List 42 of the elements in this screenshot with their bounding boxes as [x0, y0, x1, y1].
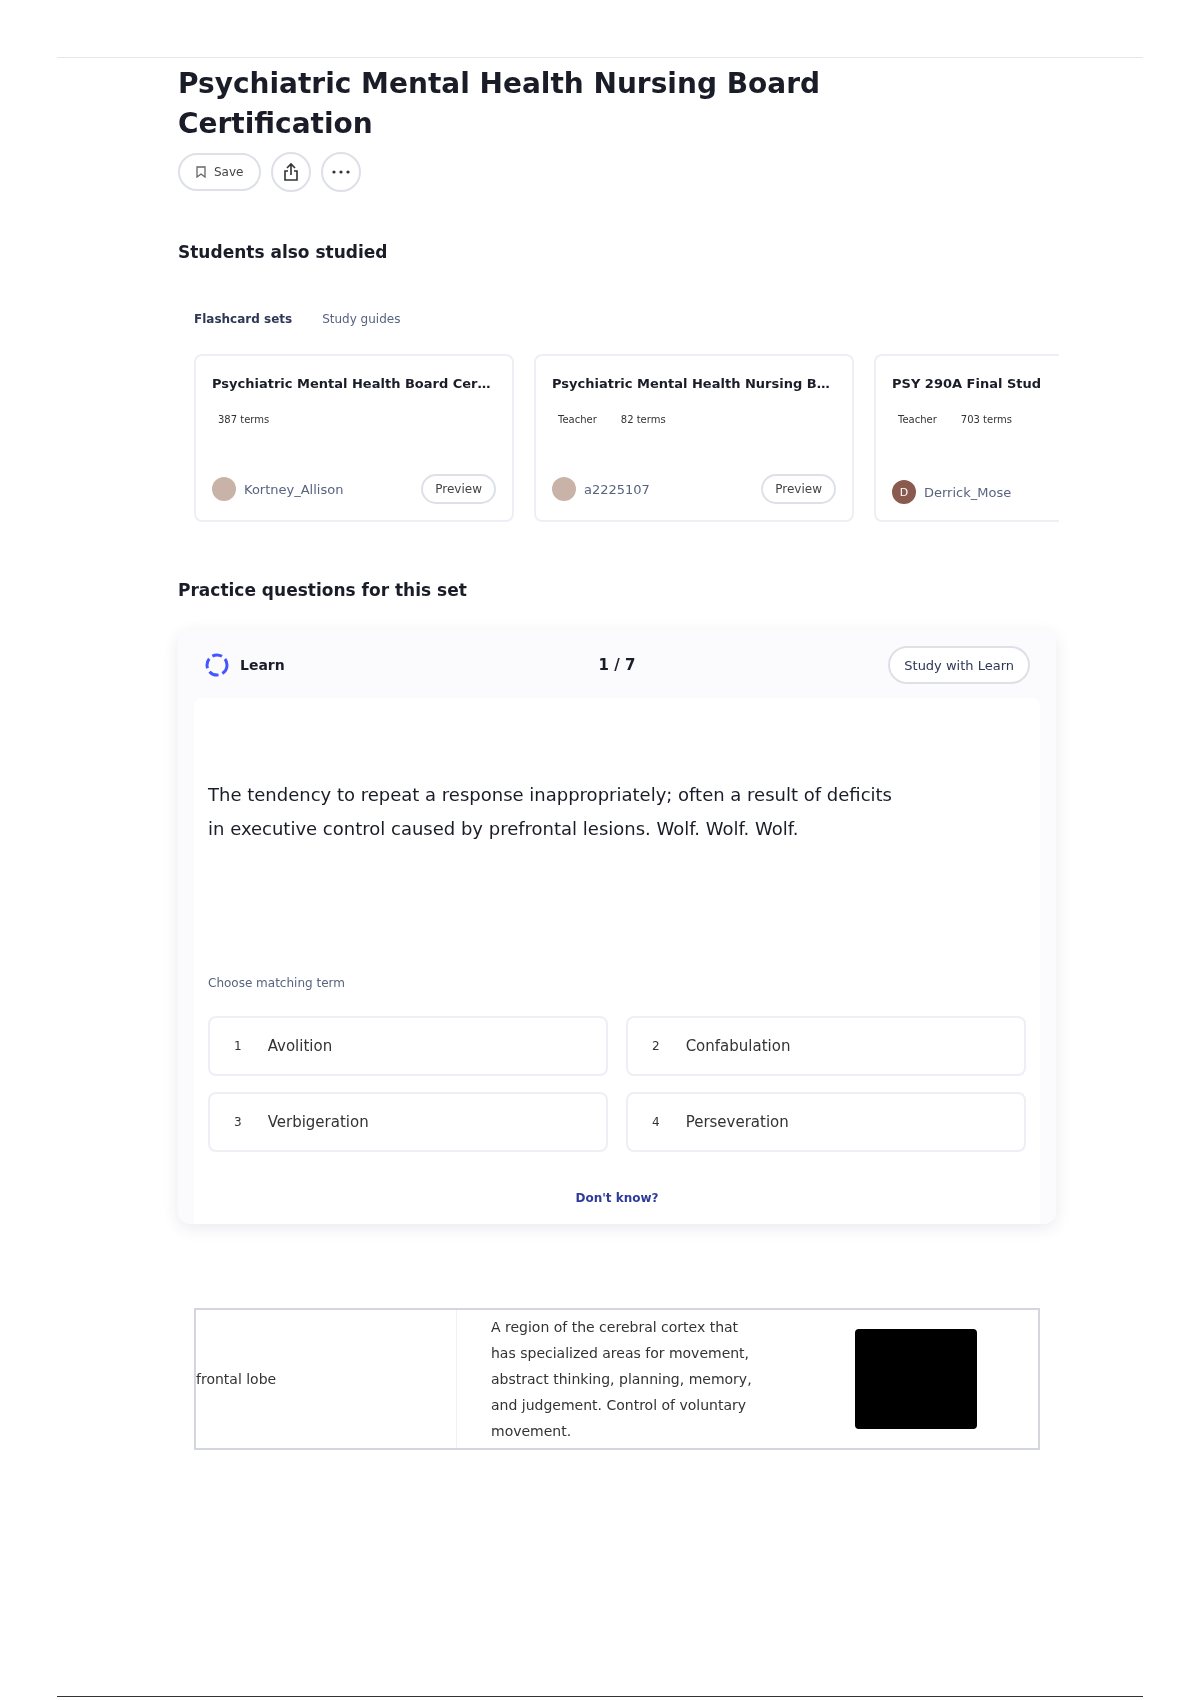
preview-button[interactable]: Preview [421, 474, 496, 504]
bookmark-icon [196, 166, 206, 178]
answer-option[interactable]: 1 Avolition [208, 1016, 608, 1076]
more-icon [332, 170, 351, 174]
learn-icon [204, 652, 230, 678]
save-button[interactable]: Save [178, 153, 262, 191]
term-cell: frontal lobe [195, 1309, 457, 1449]
author-name[interactable]: a2225107 [584, 481, 650, 497]
progress-counter: 1 / 7 [598, 656, 636, 674]
definition-cell: A region of the cerebral cortex that has specialized areas for movement, abstract thinking, planning, memory, and judgement. Control of voluntary movement. [456, 1309, 795, 1449]
tab[interactable]: Flashcard sets [194, 312, 293, 326]
author-name[interactable]: Kortney_Allison [244, 481, 344, 497]
card-meta: 82 terms [620, 414, 666, 425]
share-icon [282, 162, 301, 182]
study-set-card[interactable]: PSY 290A Final Stud Teacher 703 terms D Derrick_Mose [874, 354, 1059, 522]
avatar [552, 477, 576, 501]
card-meta: Teacher [558, 414, 597, 425]
avatar: D [892, 480, 916, 504]
card-title: Psychiatric Mental Health Board Cer… [212, 375, 492, 393]
card-title: Psychiatric Mental Health Nursing B… [552, 375, 831, 393]
question-text: The tendency to repeat a response inappropriately; often a result of deficits in executive control caused by prefrontal lesions. Wolf. Wolf. Wolf. [208, 783, 893, 841]
mode-label: Learn [240, 657, 285, 673]
page-title: Psychiatric Mental Health Nursing Board Certification [178, 66, 821, 142]
card-meta: 387 terms [218, 414, 270, 425]
share-button[interactable] [271, 152, 312, 192]
tab[interactable]: Study guides [322, 312, 401, 326]
study-set-card[interactable]: Psychiatric Mental Health Nursing B… Teacher 82 terms a2225107 Preview [534, 354, 854, 522]
dont-know-link[interactable]: Don't know? [569, 1190, 665, 1206]
study-button[interactable]: Study with Learn [888, 646, 1030, 684]
author-name[interactable]: Derrick_Mose [924, 484, 1012, 500]
answer-option[interactable]: 3 Verbigeration [208, 1092, 608, 1152]
section-heading: Students also studied [178, 242, 389, 262]
answer-option[interactable]: 4 Perseveration [626, 1092, 1026, 1152]
preview-button[interactable]: Preview [761, 474, 836, 504]
avatar [212, 477, 236, 501]
card-title: PSY 290A Final Stud [892, 375, 1043, 393]
study-set-card[interactable]: Psychiatric Mental Health Board Cer… 387 terms Kortney_Allison Preview [194, 354, 514, 522]
card-meta: Teacher [898, 414, 937, 425]
answer-option[interactable]: 2 Confabulation [626, 1016, 1026, 1076]
prompt-label: Choose matching term [208, 976, 346, 990]
section-heading: Practice questions for this set [178, 580, 468, 600]
card-meta: 703 terms [960, 414, 1013, 425]
